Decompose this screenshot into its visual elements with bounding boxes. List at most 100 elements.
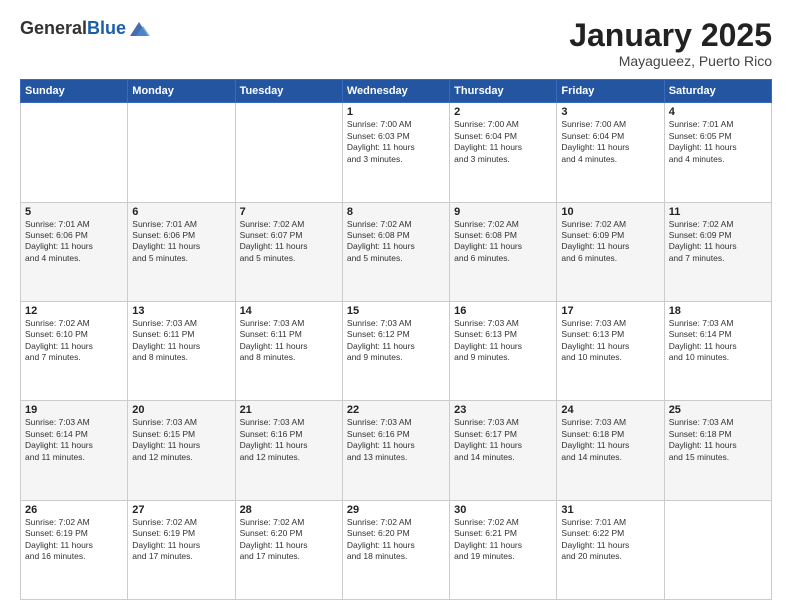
week-row-4: 19Sunrise: 7:03 AM Sunset: 6:14 PM Dayli… <box>21 401 772 500</box>
day-cell: 23Sunrise: 7:03 AM Sunset: 6:17 PM Dayli… <box>450 401 557 500</box>
day-info: Sunrise: 7:03 AM Sunset: 6:16 PM Dayligh… <box>347 417 445 463</box>
day-cell: 21Sunrise: 7:03 AM Sunset: 6:16 PM Dayli… <box>235 401 342 500</box>
day-info: Sunrise: 7:01 AM Sunset: 6:06 PM Dayligh… <box>25 219 123 265</box>
day-info: Sunrise: 7:02 AM Sunset: 6:08 PM Dayligh… <box>454 219 552 265</box>
day-cell: 29Sunrise: 7:02 AM Sunset: 6:20 PM Dayli… <box>342 500 449 599</box>
weekday-header-friday: Friday <box>557 80 664 103</box>
day-info: Sunrise: 7:02 AM Sunset: 6:20 PM Dayligh… <box>347 517 445 563</box>
day-cell: 10Sunrise: 7:02 AM Sunset: 6:09 PM Dayli… <box>557 202 664 301</box>
day-info: Sunrise: 7:00 AM Sunset: 6:04 PM Dayligh… <box>454 119 552 165</box>
day-info: Sunrise: 7:03 AM Sunset: 6:13 PM Dayligh… <box>561 318 659 364</box>
day-number: 10 <box>561 206 659 218</box>
day-info: Sunrise: 7:02 AM Sunset: 6:09 PM Dayligh… <box>561 219 659 265</box>
month-title: January 2025 <box>569 18 772 53</box>
day-number: 11 <box>669 206 767 218</box>
day-number: 14 <box>240 305 338 317</box>
day-cell: 26Sunrise: 7:02 AM Sunset: 6:19 PM Dayli… <box>21 500 128 599</box>
day-number: 31 <box>561 504 659 516</box>
day-cell: 5Sunrise: 7:01 AM Sunset: 6:06 PM Daylig… <box>21 202 128 301</box>
day-info: Sunrise: 7:00 AM Sunset: 6:03 PM Dayligh… <box>347 119 445 165</box>
day-info: Sunrise: 7:03 AM Sunset: 6:12 PM Dayligh… <box>347 318 445 364</box>
day-cell: 22Sunrise: 7:03 AM Sunset: 6:16 PM Dayli… <box>342 401 449 500</box>
day-info: Sunrise: 7:02 AM Sunset: 6:10 PM Dayligh… <box>25 318 123 364</box>
day-cell: 16Sunrise: 7:03 AM Sunset: 6:13 PM Dayli… <box>450 301 557 400</box>
day-info: Sunrise: 7:02 AM Sunset: 6:19 PM Dayligh… <box>132 517 230 563</box>
day-info: Sunrise: 7:03 AM Sunset: 6:13 PM Dayligh… <box>454 318 552 364</box>
day-info: Sunrise: 7:00 AM Sunset: 6:04 PM Dayligh… <box>561 119 659 165</box>
day-cell: 14Sunrise: 7:03 AM Sunset: 6:11 PM Dayli… <box>235 301 342 400</box>
day-number: 17 <box>561 305 659 317</box>
day-number: 16 <box>454 305 552 317</box>
day-cell <box>664 500 771 599</box>
day-cell: 20Sunrise: 7:03 AM Sunset: 6:15 PM Dayli… <box>128 401 235 500</box>
day-info: Sunrise: 7:03 AM Sunset: 6:16 PM Dayligh… <box>240 417 338 463</box>
day-cell: 27Sunrise: 7:02 AM Sunset: 6:19 PM Dayli… <box>128 500 235 599</box>
day-info: Sunrise: 7:03 AM Sunset: 6:11 PM Dayligh… <box>240 318 338 364</box>
day-cell: 11Sunrise: 7:02 AM Sunset: 6:09 PM Dayli… <box>664 202 771 301</box>
day-cell: 15Sunrise: 7:03 AM Sunset: 6:12 PM Dayli… <box>342 301 449 400</box>
day-info: Sunrise: 7:02 AM Sunset: 6:19 PM Dayligh… <box>25 517 123 563</box>
week-row-1: 1Sunrise: 7:00 AM Sunset: 6:03 PM Daylig… <box>21 103 772 202</box>
day-number: 13 <box>132 305 230 317</box>
day-number: 19 <box>25 404 123 416</box>
day-cell: 12Sunrise: 7:02 AM Sunset: 6:10 PM Dayli… <box>21 301 128 400</box>
day-number: 24 <box>561 404 659 416</box>
day-number: 1 <box>347 106 445 118</box>
day-info: Sunrise: 7:03 AM Sunset: 6:18 PM Dayligh… <box>561 417 659 463</box>
day-cell: 28Sunrise: 7:02 AM Sunset: 6:20 PM Dayli… <box>235 500 342 599</box>
day-info: Sunrise: 7:02 AM Sunset: 6:07 PM Dayligh… <box>240 219 338 265</box>
day-number: 6 <box>132 206 230 218</box>
day-cell: 19Sunrise: 7:03 AM Sunset: 6:14 PM Dayli… <box>21 401 128 500</box>
day-number: 25 <box>669 404 767 416</box>
day-cell <box>21 103 128 202</box>
day-cell: 3Sunrise: 7:00 AM Sunset: 6:04 PM Daylig… <box>557 103 664 202</box>
calendar-table: SundayMondayTuesdayWednesdayThursdayFrid… <box>20 79 772 600</box>
day-cell: 25Sunrise: 7:03 AM Sunset: 6:18 PM Dayli… <box>664 401 771 500</box>
day-number: 7 <box>240 206 338 218</box>
title-block: January 2025 Mayagueez, Puerto Rico <box>569 18 772 69</box>
day-info: Sunrise: 7:01 AM Sunset: 6:06 PM Dayligh… <box>132 219 230 265</box>
day-cell: 4Sunrise: 7:01 AM Sunset: 6:05 PM Daylig… <box>664 103 771 202</box>
day-number: 18 <box>669 305 767 317</box>
day-info: Sunrise: 7:01 AM Sunset: 6:05 PM Dayligh… <box>669 119 767 165</box>
day-cell: 8Sunrise: 7:02 AM Sunset: 6:08 PM Daylig… <box>342 202 449 301</box>
day-number: 28 <box>240 504 338 516</box>
logo-icon <box>128 18 150 40</box>
day-number: 26 <box>25 504 123 516</box>
weekday-header-sunday: Sunday <box>21 80 128 103</box>
day-cell: 6Sunrise: 7:01 AM Sunset: 6:06 PM Daylig… <box>128 202 235 301</box>
day-info: Sunrise: 7:02 AM Sunset: 6:21 PM Dayligh… <box>454 517 552 563</box>
day-number: 22 <box>347 404 445 416</box>
day-info: Sunrise: 7:03 AM Sunset: 6:18 PM Dayligh… <box>669 417 767 463</box>
day-info: Sunrise: 7:03 AM Sunset: 6:11 PM Dayligh… <box>132 318 230 364</box>
day-cell <box>235 103 342 202</box>
day-cell: 31Sunrise: 7:01 AM Sunset: 6:22 PM Dayli… <box>557 500 664 599</box>
day-cell: 17Sunrise: 7:03 AM Sunset: 6:13 PM Dayli… <box>557 301 664 400</box>
week-row-5: 26Sunrise: 7:02 AM Sunset: 6:19 PM Dayli… <box>21 500 772 599</box>
day-cell: 18Sunrise: 7:03 AM Sunset: 6:14 PM Dayli… <box>664 301 771 400</box>
weekday-header-saturday: Saturday <box>664 80 771 103</box>
day-number: 12 <box>25 305 123 317</box>
day-number: 2 <box>454 106 552 118</box>
day-info: Sunrise: 7:03 AM Sunset: 6:14 PM Dayligh… <box>669 318 767 364</box>
day-cell: 24Sunrise: 7:03 AM Sunset: 6:18 PM Dayli… <box>557 401 664 500</box>
day-info: Sunrise: 7:02 AM Sunset: 6:09 PM Dayligh… <box>669 219 767 265</box>
day-number: 15 <box>347 305 445 317</box>
header: GeneralBlue January 2025 Mayagueez, Puer… <box>20 18 772 69</box>
day-number: 9 <box>454 206 552 218</box>
day-cell: 13Sunrise: 7:03 AM Sunset: 6:11 PM Dayli… <box>128 301 235 400</box>
day-number: 8 <box>347 206 445 218</box>
day-info: Sunrise: 7:03 AM Sunset: 6:14 PM Dayligh… <box>25 417 123 463</box>
day-info: Sunrise: 7:03 AM Sunset: 6:15 PM Dayligh… <box>132 417 230 463</box>
week-row-3: 12Sunrise: 7:02 AM Sunset: 6:10 PM Dayli… <box>21 301 772 400</box>
day-number: 21 <box>240 404 338 416</box>
day-cell: 7Sunrise: 7:02 AM Sunset: 6:07 PM Daylig… <box>235 202 342 301</box>
day-number: 20 <box>132 404 230 416</box>
weekday-header-monday: Monday <box>128 80 235 103</box>
day-info: Sunrise: 7:02 AM Sunset: 6:20 PM Dayligh… <box>240 517 338 563</box>
day-cell: 30Sunrise: 7:02 AM Sunset: 6:21 PM Dayli… <box>450 500 557 599</box>
day-info: Sunrise: 7:03 AM Sunset: 6:17 PM Dayligh… <box>454 417 552 463</box>
weekday-header-thursday: Thursday <box>450 80 557 103</box>
day-cell: 1Sunrise: 7:00 AM Sunset: 6:03 PM Daylig… <box>342 103 449 202</box>
page: GeneralBlue January 2025 Mayagueez, Puer… <box>0 0 792 612</box>
